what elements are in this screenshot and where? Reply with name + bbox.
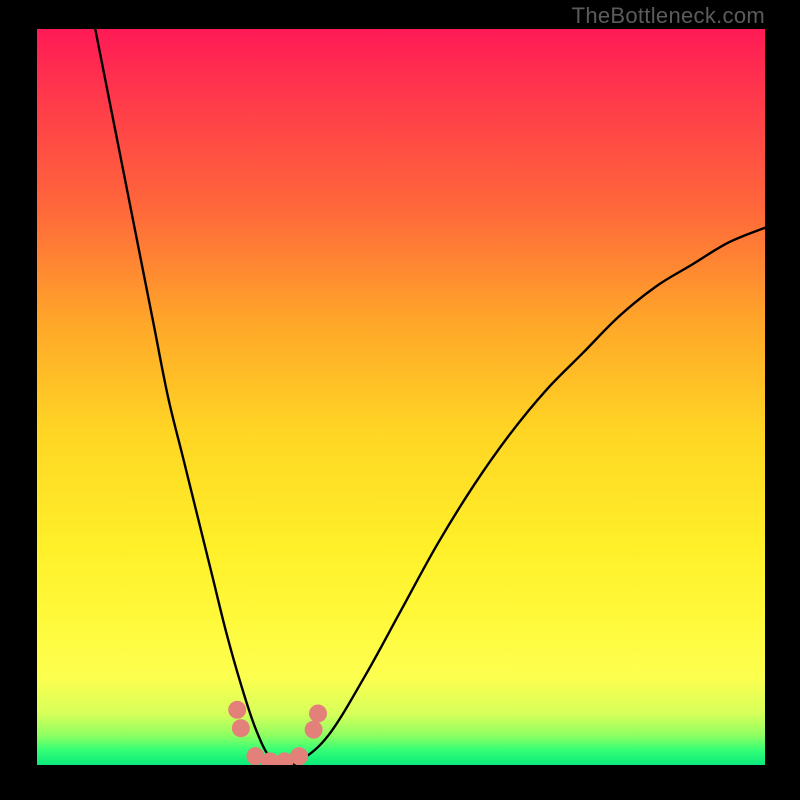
curve-layer [0,0,800,800]
bottleneck-curve [95,29,765,766]
curve-marker [232,719,250,737]
curve-marker [309,704,327,722]
chart-frame: TheBottleneck.com [0,0,800,800]
curve-marker [290,747,308,765]
curve-marker [305,721,323,739]
curve-marker [228,701,246,719]
